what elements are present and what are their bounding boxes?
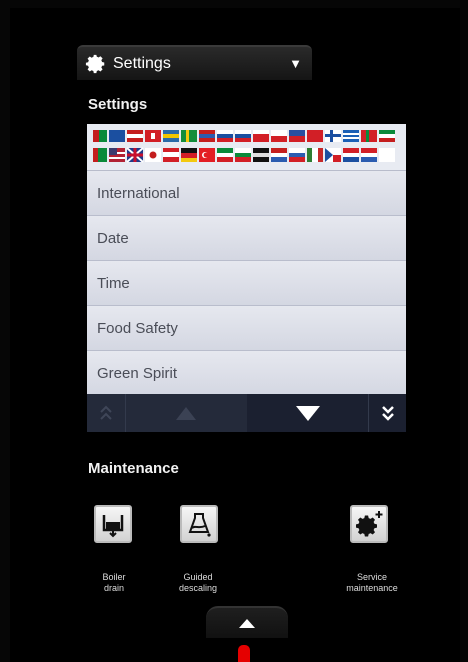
list-item-green-spirit[interactable]: Green Spirit [87,351,406,395]
chevron-down-icon: ▼ [289,56,302,71]
up-arrow-icon [239,619,255,628]
up-arrow-icon [176,407,197,420]
double-chevron-down-icon [381,406,394,421]
flags-icon [93,130,395,163]
maintenance-section-title: Maintenance [88,460,179,477]
list-item-date[interactable]: Date [87,216,406,261]
descaling-icon [188,513,211,537]
scroll-bottom-button[interactable] [368,394,406,432]
dropdown-title: Settings [113,54,171,72]
list-item-time[interactable]: Time [87,261,406,306]
scroll-top-button[interactable] [87,394,126,432]
gear-icon [85,54,105,73]
scroll-up-button[interactable] [126,394,247,432]
boiler-drain-label: Boiler drain [102,572,126,593]
boiler-drain-icon [102,515,124,538]
settings-list: International Date Time Food Safety Gree… [87,124,406,395]
expand-panel-tab[interactable] [206,606,288,638]
guided-descaling-label: Guided descaling [178,572,218,593]
list-item-international[interactable]: International [87,171,406,216]
scroll-down-button[interactable] [247,394,369,432]
settings-dropdown[interactable]: Settings ▼ [77,45,312,80]
double-chevron-up-icon [100,405,112,420]
service-maintenance-button[interactable] [350,505,388,543]
scroll-navbar [87,394,406,432]
status-indicator [238,645,250,662]
service-gear-icon [356,511,383,537]
service-maintenance-label: Service maintenance [346,572,398,593]
list-item-food-safety[interactable]: Food Safety [87,306,406,351]
boiler-drain-button[interactable] [94,505,132,543]
guided-descaling-button[interactable] [180,505,218,543]
settings-section-title: Settings [88,96,148,113]
language-flags-row[interactable] [87,124,406,171]
down-arrow-icon [295,406,320,421]
